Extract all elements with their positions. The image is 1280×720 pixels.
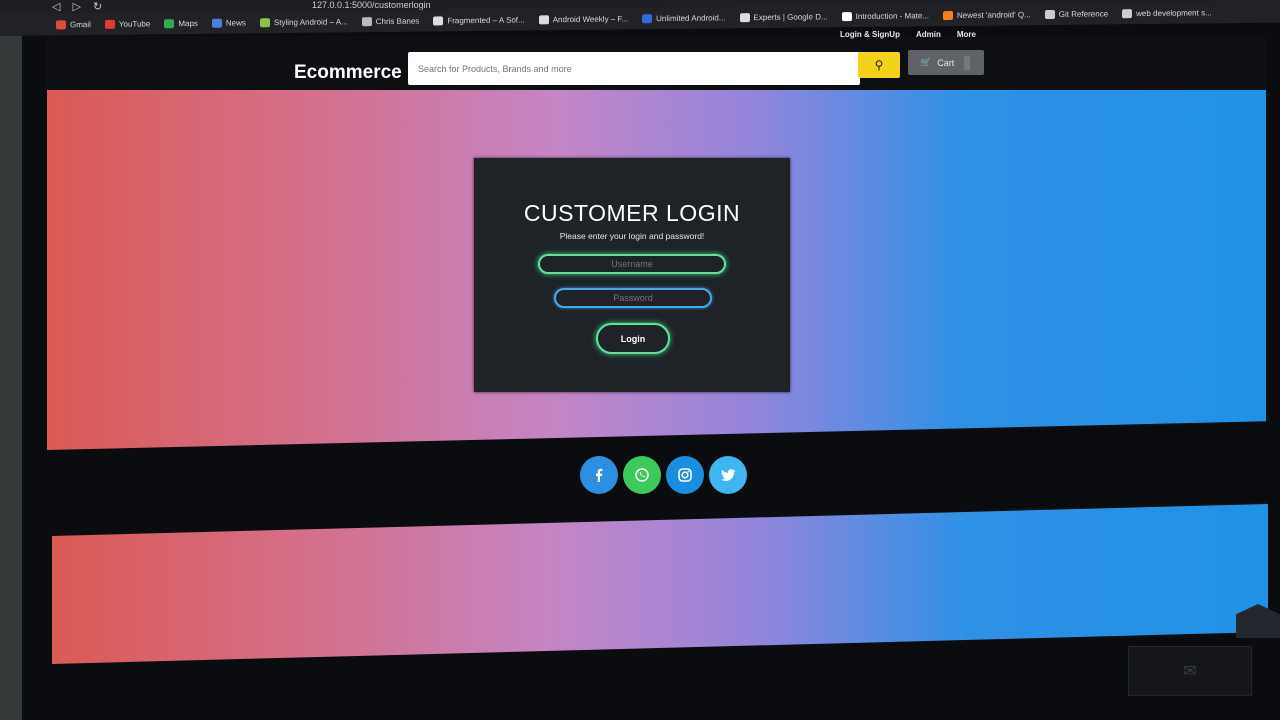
bookmark-introduction-material[interactable]: Introduction - Mate... xyxy=(841,11,929,21)
footer-banner xyxy=(52,504,1268,664)
gmail-icon xyxy=(56,19,66,29)
top-links: Login & SignUp Admin More xyxy=(840,30,976,39)
login-button[interactable]: Login xyxy=(596,323,670,354)
bookmark-styling-android[interactable]: Styling Android – A... xyxy=(259,17,348,27)
bulb-icon xyxy=(361,16,372,26)
social-links xyxy=(580,456,747,494)
search-icon: ⚲ xyxy=(874,58,884,72)
page-icon xyxy=(642,13,653,23)
news-icon xyxy=(211,18,222,28)
bookmark-newest-android[interactable]: Newest 'android' Q... xyxy=(943,10,1031,20)
page-icon xyxy=(538,14,549,24)
bookmark-git-reference[interactable]: Git Reference xyxy=(1044,9,1108,19)
password-field[interactable] xyxy=(554,288,712,308)
facebook-link[interactable] xyxy=(580,456,618,494)
login-title: CUSTOMER LOGIN xyxy=(523,200,741,226)
nav-controls: ◁ ▷ ↻ xyxy=(52,0,102,14)
chat-widget[interactable]: ✉ xyxy=(1128,646,1252,696)
bookmark-experts-google[interactable]: Experts | Google D... xyxy=(739,12,828,22)
login-signup-link[interactable]: Login & SignUp xyxy=(840,30,900,39)
twitter-link[interactable] xyxy=(709,456,747,494)
login-subtitle: Please enter your login and password! xyxy=(559,231,705,241)
whatsapp-link[interactable] xyxy=(623,456,661,494)
username-field[interactable] xyxy=(538,254,726,274)
bookmark-youtube[interactable]: YouTube xyxy=(104,19,150,29)
forward-icon[interactable]: ▷ xyxy=(72,0,80,14)
youtube-icon xyxy=(104,19,115,29)
page-icon xyxy=(433,15,444,25)
cart-count-badge xyxy=(964,55,971,70)
bookmark-chris-banes[interactable]: Chris Banes xyxy=(361,16,419,26)
screen-bezel xyxy=(0,36,22,720)
instagram-icon xyxy=(678,468,692,482)
bookmark-maps[interactable]: Maps xyxy=(164,18,198,28)
bookmark-unlimited-android[interactable]: Unlimited Android... xyxy=(642,13,726,23)
more-link[interactable]: More xyxy=(957,30,976,39)
instagram-link[interactable] xyxy=(666,456,704,494)
bookmark-android-weekly[interactable]: Android Weekly – F... xyxy=(538,14,628,24)
login-card: CUSTOMER LOGIN Please enter your login a… xyxy=(474,158,790,392)
admin-link[interactable]: Admin xyxy=(916,30,941,39)
search-box xyxy=(408,52,860,85)
stackoverflow-icon xyxy=(943,10,954,20)
page-icon xyxy=(739,12,750,22)
search-button[interactable]: ⚲ xyxy=(858,52,900,78)
cart-icon: 🛒 xyxy=(920,57,932,67)
maps-icon xyxy=(164,18,175,28)
back-icon[interactable]: ◁ xyxy=(52,0,60,14)
page-icon xyxy=(841,11,852,21)
whatsapp-icon xyxy=(635,468,649,482)
bookmark-fragmented[interactable]: Fragmented – A Sof... xyxy=(433,15,525,25)
page-icon xyxy=(1122,8,1133,18)
chat-icon: ✉ xyxy=(1183,663,1197,680)
bookmark-gmail[interactable]: Gmail xyxy=(56,20,91,29)
twitter-icon xyxy=(720,468,735,481)
facebook-icon xyxy=(596,468,603,482)
bookmark-news[interactable]: News xyxy=(211,18,246,28)
bookmark-web-development[interactable]: web development s... xyxy=(1122,8,1212,18)
cart-label: Cart xyxy=(937,57,955,68)
brand-logo[interactable]: Ecommerce xyxy=(294,62,402,84)
reload-icon[interactable]: ↻ xyxy=(93,0,102,14)
android-icon xyxy=(259,17,270,27)
search-input[interactable] xyxy=(408,52,858,85)
cart-button[interactable]: 🛒 Cart xyxy=(908,50,984,75)
git-icon xyxy=(1044,9,1055,19)
site-header: Login & SignUp Admin More Ecommerce ⚲ 🛒 … xyxy=(46,30,1266,90)
